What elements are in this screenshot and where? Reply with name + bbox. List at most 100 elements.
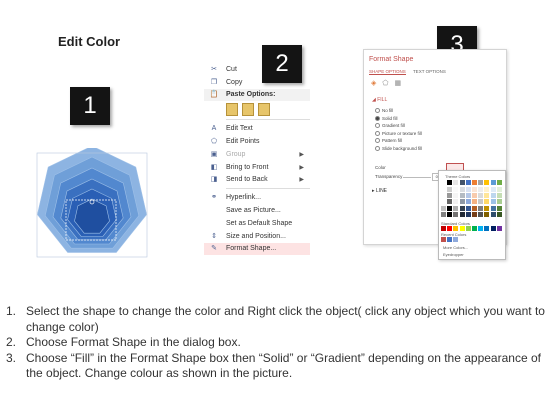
tab-shape-options[interactable]: SHAPE OPTIONS (369, 69, 406, 75)
theme-color-shade-swatch[interactable] (484, 205, 490, 211)
menu-item-group[interactable]: ▣ Group ▶ (204, 148, 310, 161)
line-section-header[interactable]: ▸ LINE (372, 188, 387, 194)
theme-color-shade-swatch[interactable] (453, 193, 459, 199)
fill-option[interactable]: Pattern fill (375, 138, 402, 143)
menu-item-set-as-default-shape[interactable]: Set as Default Shape (204, 217, 310, 230)
theme-color-shade-swatch[interactable] (465, 211, 471, 217)
theme-color-shade-swatch[interactable] (441, 205, 446, 211)
theme-color-swatch[interactable] (465, 180, 471, 185)
standard-color-swatch[interactable] (484, 226, 490, 231)
fill-line-icon[interactable]: ◈ (371, 79, 376, 87)
standard-color-swatch[interactable] (478, 226, 484, 231)
paste-option-icon[interactable] (258, 102, 270, 116)
theme-color-shade-swatch[interactable] (484, 199, 490, 205)
theme-color-shade-swatch[interactable] (465, 199, 471, 205)
theme-color-shade-swatch[interactable] (447, 193, 453, 199)
paste-option-icon[interactable] (242, 102, 254, 116)
theme-color-shade-swatch[interactable] (496, 199, 502, 205)
theme-color-swatch[interactable] (441, 180, 446, 185)
eyedropper-link[interactable]: Eyedropper (443, 252, 464, 257)
more-colors-link[interactable]: More Colors... (443, 245, 468, 250)
standard-color-swatch[interactable] (447, 226, 453, 231)
paste-option-icon[interactable] (226, 102, 238, 116)
theme-color-shade-swatch[interactable] (447, 205, 453, 211)
theme-color-shade-swatch[interactable] (459, 199, 465, 205)
menu-item-send-to-back[interactable]: ◨ Send to Back ▶ (204, 174, 310, 187)
theme-color-swatch[interactable] (453, 180, 459, 185)
theme-color-shade-swatch[interactable] (459, 187, 465, 192)
size-properties-icon[interactable]: ▦ (394, 79, 401, 87)
theme-color-swatch[interactable] (459, 180, 465, 185)
theme-color-swatch[interactable] (447, 180, 453, 185)
theme-color-shade-swatch[interactable] (441, 193, 446, 199)
theme-color-shade-swatch[interactable] (453, 205, 459, 211)
menu-item-cut[interactable]: ✂ Cut (204, 63, 310, 76)
theme-color-shade-swatch[interactable] (490, 211, 496, 217)
standard-color-swatch[interactable] (441, 226, 446, 231)
menu-item-edit-text[interactable]: A Edit Text (204, 122, 310, 135)
fill-option[interactable]: Gradient fill (375, 123, 405, 128)
theme-color-shade-swatch[interactable] (465, 187, 471, 192)
standard-color-swatch[interactable] (465, 226, 471, 231)
effects-icon[interactable]: ⬠ (382, 79, 388, 87)
theme-color-shade-swatch[interactable] (490, 199, 496, 205)
standard-color-swatch[interactable] (459, 226, 465, 231)
recent-color-swatch[interactable] (453, 237, 459, 242)
theme-color-shade-swatch[interactable] (490, 205, 496, 211)
theme-color-swatch[interactable] (496, 180, 502, 185)
theme-color-shade-swatch[interactable] (453, 211, 459, 217)
menu-item-save-as-picture[interactable]: Save as Picture... (204, 204, 310, 217)
standard-color-swatch[interactable] (472, 226, 477, 231)
theme-color-swatch[interactable] (490, 180, 496, 185)
theme-color-shade-swatch[interactable] (478, 211, 484, 217)
theme-color-shade-swatch[interactable] (484, 211, 490, 217)
transparency-slider[interactable] (403, 177, 431, 178)
menu-item-edit-points[interactable]: ⬠ Edit Points (204, 135, 310, 148)
recent-color-swatch[interactable] (447, 237, 453, 242)
theme-color-shade-swatch[interactable] (478, 187, 484, 192)
theme-color-shade-swatch[interactable] (478, 205, 484, 211)
theme-color-shade-swatch[interactable] (447, 211, 453, 217)
theme-color-swatch[interactable] (484, 180, 490, 185)
menu-item-format-shape[interactable]: ✎ Format Shape... (204, 242, 310, 256)
fill-section-header[interactable]: ◢ FILL (372, 97, 387, 103)
theme-color-shade-swatch[interactable] (465, 193, 471, 199)
theme-color-shade-swatch[interactable] (496, 211, 502, 217)
menu-item-size-and-position[interactable]: ⇕ Size and Position... (204, 230, 310, 243)
standard-color-swatch[interactable] (453, 226, 459, 231)
theme-color-shade-swatch[interactable] (447, 199, 453, 205)
theme-color-shade-swatch[interactable] (496, 193, 502, 199)
menu-item-hyperlink[interactable]: ⚭ Hyperlink... (204, 191, 310, 204)
menu-item-bring-to-front[interactable]: ◧ Bring to Front ▶ (204, 161, 310, 174)
theme-color-shade-swatch[interactable] (478, 193, 484, 199)
theme-color-shade-swatch[interactable] (459, 193, 465, 199)
standard-color-swatch[interactable] (496, 226, 502, 231)
theme-color-shade-swatch[interactable] (459, 205, 465, 211)
theme-color-shade-swatch[interactable] (484, 187, 490, 192)
theme-color-shade-swatch[interactable] (441, 187, 446, 192)
heptagon-shape[interactable] (36, 145, 148, 260)
theme-color-shade-swatch[interactable] (478, 199, 484, 205)
theme-color-shade-swatch[interactable] (484, 193, 490, 199)
theme-color-swatch[interactable] (472, 180, 477, 185)
theme-color-swatch[interactable] (478, 180, 484, 185)
theme-color-shade-swatch[interactable] (472, 205, 477, 211)
theme-color-shade-swatch[interactable] (447, 187, 453, 192)
fill-option[interactable]: No fill (375, 108, 393, 113)
theme-color-shade-swatch[interactable] (490, 193, 496, 199)
theme-color-shade-swatch[interactable] (472, 193, 477, 199)
theme-color-shade-swatch[interactable] (453, 199, 459, 205)
theme-color-shade-swatch[interactable] (490, 187, 496, 192)
theme-color-shade-swatch[interactable] (453, 187, 459, 192)
theme-color-shade-swatch[interactable] (472, 211, 477, 217)
recent-color-swatch[interactable] (441, 237, 446, 242)
standard-color-swatch[interactable] (490, 226, 496, 231)
tab-text-options[interactable]: TEXT OPTIONS (413, 69, 446, 74)
theme-color-shade-swatch[interactable] (465, 205, 471, 211)
heptagon-graphic[interactable] (36, 145, 148, 260)
theme-color-shade-swatch[interactable] (472, 199, 477, 205)
theme-color-shade-swatch[interactable] (441, 211, 446, 217)
theme-color-shade-swatch[interactable] (496, 205, 502, 211)
theme-color-shade-swatch[interactable] (441, 199, 446, 205)
menu-item-copy[interactable]: ❐ Copy (204, 76, 310, 89)
